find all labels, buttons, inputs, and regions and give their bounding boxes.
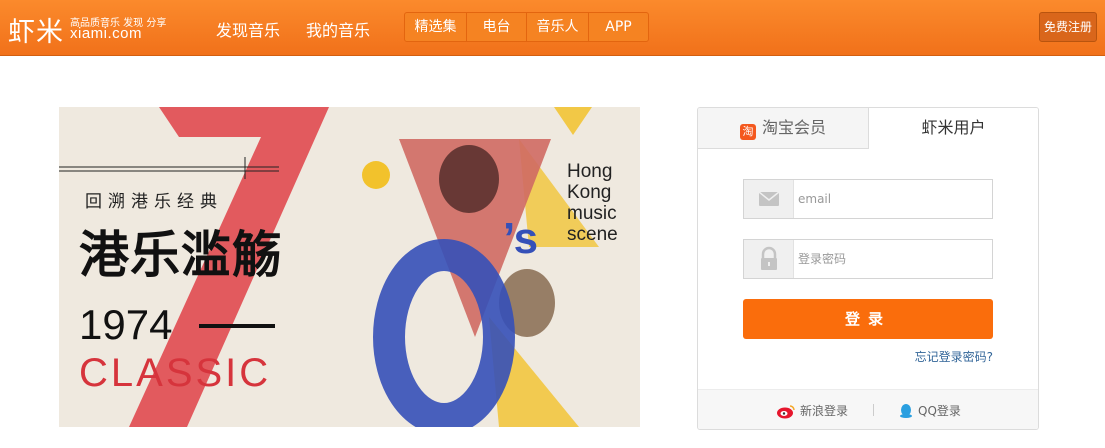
subnav-app[interactable]: APP	[588, 13, 648, 41]
login-button[interactable]: 登录	[743, 299, 993, 339]
login-tabs: 淘淘宝会员 虾米用户	[698, 108, 1038, 149]
subnav-collections[interactable]: 精选集	[405, 13, 466, 41]
password-input[interactable]	[798, 240, 988, 278]
nav-my-music[interactable]: 我的音乐	[306, 17, 370, 41]
banner-classic: CLASSIC	[79, 351, 272, 395]
banner-tagline-line: Kong	[567, 182, 612, 203]
email-field[interactable]	[743, 179, 993, 219]
banner-blue-zero	[373, 239, 515, 427]
banner-portrait-1	[439, 145, 499, 213]
tab-taobao-label: 淘宝会员	[761, 118, 826, 137]
banner-tagline-line: scene	[567, 224, 618, 245]
weibo-icon	[777, 405, 795, 419]
nav-discover-music[interactable]: 发现音乐	[216, 17, 280, 41]
site-logo[interactable]: 虾米 高品质音乐 发现 分享 xiami.com	[8, 6, 168, 50]
sub-nav: 精选集 电台 音乐人 APP	[404, 12, 649, 42]
envelope-icon	[744, 180, 794, 218]
banner-title: 港乐滥觞	[79, 226, 283, 284]
banner-tagline-line: Hong	[567, 161, 613, 182]
tab-xiami-user[interactable]: 虾米用户	[869, 108, 1038, 149]
top-bar: 虾米 高品质音乐 发现 分享 xiami.com 发现音乐 我的音乐 精选集 电…	[0, 0, 1105, 56]
banner-yellow-triangle-top	[554, 107, 592, 135]
weibo-login-label: 新浪登录	[800, 404, 849, 418]
register-button[interactable]: 免费注册	[1039, 12, 1097, 42]
qq-login-link[interactable]: QQ登录	[898, 401, 961, 421]
weibo-login-link[interactable]: 新浪登录	[776, 401, 848, 421]
email-input[interactable]	[798, 180, 988, 218]
social-login-bar: 新浪登录 QQ登录	[698, 389, 1038, 429]
tab-taobao-member[interactable]: 淘淘宝会员	[698, 108, 869, 149]
banner-yellow-dot	[362, 161, 390, 189]
subnav-radio[interactable]: 电台	[466, 13, 526, 41]
qq-icon	[900, 404, 912, 418]
promo-banner[interactable]: ’s 回溯港乐经典 港乐滥觞 1974 CLASSIC Hong Kong mu…	[59, 107, 640, 427]
banner-apostrophe-s: ’s	[503, 214, 538, 263]
logo-cn: 虾米	[8, 17, 64, 48]
banner-year: 1974	[79, 301, 173, 348]
banner-tagline-line: music	[567, 203, 617, 224]
social-divider	[873, 404, 874, 416]
banner-subtitle: 回溯港乐经典	[85, 192, 223, 212]
banner-hk-tagline: Hong Kong music scene	[567, 161, 618, 245]
password-field[interactable]	[743, 239, 993, 279]
qq-login-label: QQ登录	[918, 404, 961, 418]
subnav-musicians[interactable]: 音乐人	[526, 13, 588, 41]
logo-en: xiami.com	[70, 25, 143, 42]
forgot-password-link[interactable]: 忘记登录密码?	[888, 348, 993, 365]
lock-icon	[744, 240, 794, 278]
banner-dash	[199, 324, 275, 328]
login-panel: 淘淘宝会员 虾米用户 登录 忘记登录密码?	[697, 107, 1039, 430]
taobao-icon: 淘	[739, 124, 756, 140]
